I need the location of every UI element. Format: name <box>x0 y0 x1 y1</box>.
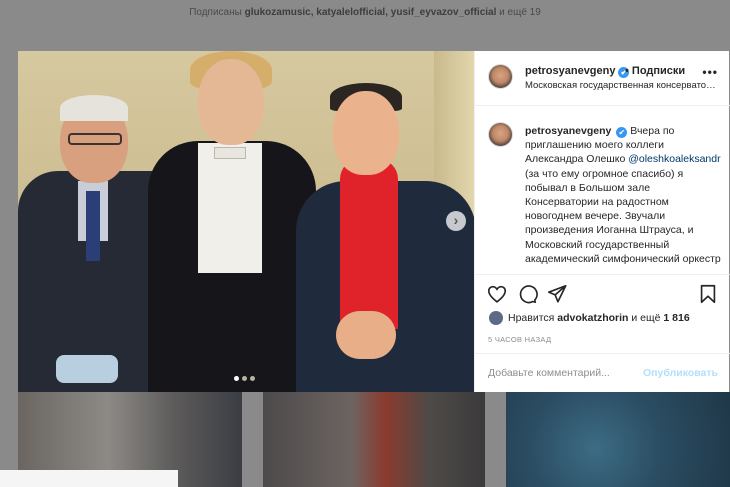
caption-username[interactable]: petrosyanevgeny <box>525 125 611 137</box>
comment-input[interactable]: Добавьте комментарий... <box>488 367 610 379</box>
person-right-head <box>333 91 399 175</box>
person-middle-bowtie <box>214 147 246 159</box>
post-timestamp[interactable]: 5 ЧАСОВ НАЗАД <box>488 335 551 344</box>
author-username-text[interactable]: petrosyanevgeny <box>525 65 615 77</box>
carousel-dot <box>242 376 247 381</box>
caption-body-2: (за что ему огромное спасибо) я побывал … <box>525 167 721 265</box>
person-middle-shirt <box>198 143 262 273</box>
more-options-icon[interactable]: ••• <box>702 65 718 79</box>
following-button[interactable]: • Подписки <box>625 65 685 77</box>
heart-icon[interactable] <box>486 283 508 305</box>
person-right-hands <box>336 311 396 359</box>
person-left-glasses <box>68 133 122 145</box>
comment-bar: Добавьте комментарий... Опубликовать <box>475 353 730 393</box>
followed-by-names[interactable]: glukozamusic, katyalelofficial, yusif_ey… <box>245 7 497 18</box>
person-left-mask <box>56 355 118 383</box>
carousel-dot <box>250 376 255 381</box>
post-modal: › petrosyanevgeny ✔ • Подписки Московская… <box>18 51 730 392</box>
liker-avatar[interactable] <box>489 311 503 325</box>
bottom-strip <box>0 470 178 487</box>
post-caption: petrosyanevgeny ✔ Вчера по приглашению мо… <box>475 106 730 274</box>
likes-prefix: Нравится <box>508 312 555 324</box>
likes-suffix: и ещё <box>631 312 661 324</box>
share-icon[interactable] <box>546 283 568 305</box>
carousel-next-button[interactable]: › <box>446 211 466 231</box>
caption-mention-link[interactable]: @oleshkoaleksandr <box>628 153 720 165</box>
grid-post-thumbnail[interactable] <box>263 392 485 487</box>
person-middle-head <box>198 59 264 145</box>
caption-text: petrosyanevgeny ✔ Вчера по приглашению мо… <box>525 124 721 266</box>
person-left-tie <box>86 191 100 261</box>
post-header: petrosyanevgeny ✔ • Подписки Московская г… <box>475 51 730 106</box>
carousel-dot-active <box>234 376 239 381</box>
person-right-sweater <box>340 159 398 329</box>
author-username[interactable]: petrosyanevgeny ✔ <box>525 65 630 78</box>
carousel-dots <box>234 376 255 381</box>
comment-icon[interactable] <box>516 283 538 305</box>
post-actions: Нравится advokatzhorin и ещё 1 816 5 ЧАС… <box>475 274 730 392</box>
author-avatar[interactable] <box>488 64 513 89</box>
likes-count[interactable]: 1 816 <box>663 312 689 324</box>
publish-button[interactable]: Опубликовать <box>643 367 718 379</box>
grid-post-thumbnail[interactable] <box>506 392 730 487</box>
person-left-hair <box>60 95 128 121</box>
verified-badge-icon: ✔ <box>616 127 628 138</box>
post-side-panel: petrosyanevgeny ✔ • Подписки Московская г… <box>474 51 730 392</box>
likes-summary: Нравится advokatzhorin и ещё 1 816 <box>489 311 690 325</box>
post-photo[interactable]: › <box>18 51 474 392</box>
bookmark-icon[interactable] <box>697 283 719 305</box>
followed-by-text: Подписаны glukozamusic, katyalelofficial… <box>189 7 541 18</box>
liker-username[interactable]: advokatzhorin <box>557 312 628 324</box>
location-link[interactable]: Московская государственная консерватория <box>525 80 720 91</box>
caption-author-avatar[interactable] <box>488 122 513 147</box>
